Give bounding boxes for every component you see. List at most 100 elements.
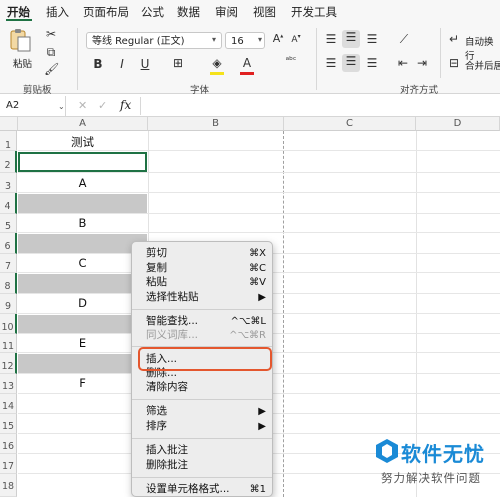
ribbon: 粘贴 ✂ ⧉ 🖌 剪贴板 等线 Regular (正文) ▾ 16 ▾ A▴ A… bbox=[0, 22, 500, 96]
fill-color-icon[interactable]: ◈ bbox=[210, 56, 224, 70]
cell-a7[interactable]: C bbox=[18, 256, 147, 270]
cell-a13[interactable]: F bbox=[18, 376, 147, 390]
menu-item-delete-comment[interactable]: 删除批注 bbox=[146, 459, 270, 472]
menu-item-label: 删除批注 bbox=[146, 459, 188, 471]
copy-icon[interactable]: ⧉ bbox=[44, 45, 58, 60]
grow-font-icon[interactable]: A▴ bbox=[272, 32, 284, 45]
align-bottom-icon[interactable]: ☰ bbox=[364, 32, 380, 46]
font-color-button[interactable]: A bbox=[240, 56, 254, 70]
align-left-icon[interactable]: ☰ bbox=[323, 56, 339, 70]
align-center-icon[interactable]: ☰ bbox=[342, 54, 360, 72]
active-cell-a2[interactable] bbox=[18, 152, 147, 172]
row-header[interactable]: 4 bbox=[0, 193, 17, 214]
cell-a1[interactable]: 测试 bbox=[18, 134, 147, 150]
underline-button[interactable]: U bbox=[139, 57, 151, 71]
menu-item-filter[interactable]: 筛选 ▶ bbox=[146, 405, 270, 418]
align-top-icon[interactable]: ☰ bbox=[323, 32, 339, 46]
menu-item-clear-contents[interactable]: 清除内容 bbox=[146, 381, 270, 394]
align-middle-icon[interactable]: ☰ bbox=[342, 30, 360, 48]
menu-item-label: 同义词库... bbox=[146, 329, 199, 341]
tab-review[interactable]: 审阅 bbox=[215, 4, 238, 20]
row-header[interactable]: 9 bbox=[0, 294, 17, 314]
row-header[interactable]: 13 bbox=[0, 374, 17, 394]
tab-view[interactable]: 视图 bbox=[253, 4, 276, 20]
row-header[interactable]: 7 bbox=[0, 254, 17, 273]
menu-item-label: 智能查找... bbox=[146, 315, 199, 327]
selected-row-cell[interactable] bbox=[18, 234, 147, 253]
row-header[interactable]: 11 bbox=[0, 334, 17, 353]
selected-row-cell[interactable] bbox=[18, 315, 147, 333]
paste-icon[interactable] bbox=[8, 28, 34, 54]
merge-center-icon[interactable]: ⊟ bbox=[447, 56, 461, 70]
menu-item-label: 剪切 bbox=[146, 247, 167, 259]
italic-button[interactable]: I bbox=[116, 57, 128, 71]
shortcut-label: ⌘C bbox=[249, 263, 266, 274]
menu-item-paste-special[interactable]: 选择性粘贴 ▶ bbox=[146, 291, 270, 304]
name-box[interactable]: A2 bbox=[0, 96, 66, 116]
borders-icon[interactable]: ⊞ bbox=[171, 56, 185, 70]
decrease-indent-icon[interactable]: ⇤ bbox=[395, 56, 411, 70]
row-header[interactable]: 5 bbox=[0, 214, 17, 233]
row-header[interactable]: 15 bbox=[0, 414, 17, 434]
row-header[interactable]: 17 bbox=[0, 454, 17, 474]
column-header-b[interactable]: B bbox=[148, 117, 284, 131]
cell-a5[interactable]: B bbox=[18, 216, 147, 230]
tab-page-layout[interactable]: 页面布局 bbox=[83, 4, 129, 20]
menu-item-sort[interactable]: 排序 ▶ bbox=[146, 420, 270, 433]
menu-item-smart-lookup[interactable]: 智能查找... ^⌥⌘L bbox=[146, 315, 270, 328]
select-all-corner[interactable] bbox=[0, 117, 18, 131]
row-header[interactable]: 1 bbox=[0, 131, 17, 151]
increase-indent-icon[interactable]: ⇥ bbox=[414, 56, 430, 70]
row-header[interactable]: 8 bbox=[0, 273, 17, 294]
cut-icon[interactable]: ✂ bbox=[44, 27, 58, 41]
row-header[interactable]: 14 bbox=[0, 394, 17, 414]
submenu-arrow-icon: ▶ bbox=[258, 292, 266, 303]
selected-row-cell[interactable] bbox=[18, 354, 147, 373]
font-family-select[interactable]: 等线 Regular (正文) bbox=[86, 32, 222, 49]
formula-input[interactable] bbox=[143, 97, 500, 115]
insert-function-icon[interactable]: fx bbox=[120, 98, 131, 112]
menu-separator bbox=[132, 477, 272, 478]
row-header[interactable]: 3 bbox=[0, 173, 17, 193]
confirm-icon[interactable]: ✓ bbox=[98, 99, 107, 112]
menu-item-insert-comment[interactable]: 插入批注 bbox=[146, 444, 270, 457]
tab-insert[interactable]: 插入 bbox=[46, 4, 69, 20]
shortcut-label: ^⌥⌘L bbox=[230, 316, 266, 327]
column-header-d[interactable]: D bbox=[416, 117, 500, 131]
cell-a9[interactable]: D bbox=[18, 296, 147, 310]
column-header-a[interactable]: A bbox=[18, 117, 148, 131]
align-right-icon[interactable]: ☰ bbox=[364, 56, 380, 70]
cell-a3[interactable]: A bbox=[18, 176, 147, 190]
orientation-icon[interactable]: ⟋ bbox=[395, 32, 413, 47]
shrink-font-icon[interactable]: A▾ bbox=[290, 33, 302, 45]
ribbon-tabs: 开始 插入 页面布局 公式 数据 审阅 视图 开发工具 bbox=[0, 0, 500, 22]
menu-item-format-cells[interactable]: 设置单元格格式... ⌘1 bbox=[146, 483, 270, 496]
cancel-icon[interactable]: ✕ bbox=[78, 99, 87, 112]
phonetic-icon[interactable]: ᵃᵇᶜ bbox=[283, 56, 299, 66]
tab-home[interactable]: 开始 bbox=[7, 4, 30, 20]
row-header[interactable]: 6 bbox=[0, 233, 17, 254]
cell-a11[interactable]: E bbox=[18, 336, 147, 350]
selected-row-cell[interactable] bbox=[18, 274, 147, 293]
tab-formulas[interactable]: 公式 bbox=[141, 4, 164, 20]
selected-row-cell[interactable] bbox=[18, 194, 147, 213]
chevron-down-icon: ▾ bbox=[258, 35, 263, 44]
merge-center-button[interactable]: 合并后居中 bbox=[465, 58, 500, 72]
format-painter-icon[interactable]: 🖌 bbox=[44, 62, 59, 76]
clipboard-group-label: 剪贴板 bbox=[23, 85, 52, 96]
row-header[interactable]: 18 bbox=[0, 474, 17, 497]
row-header[interactable]: 12 bbox=[0, 353, 17, 374]
row-header[interactable]: 2 bbox=[0, 151, 17, 173]
menu-item-cut[interactable]: 剪切 ⌘X bbox=[146, 247, 270, 260]
wrap-text-icon[interactable]: ↵ bbox=[447, 32, 461, 46]
menu-item-copy[interactable]: 复制 ⌘C bbox=[146, 262, 270, 275]
row-header[interactable]: 16 bbox=[0, 434, 17, 454]
tab-developer[interactable]: 开发工具 bbox=[291, 4, 337, 20]
column-header-c[interactable]: C bbox=[284, 117, 416, 131]
bold-button[interactable]: B bbox=[92, 57, 104, 71]
menu-item-paste[interactable]: 粘贴 ⌘V bbox=[146, 276, 270, 289]
paste-button-label[interactable]: 粘贴 bbox=[13, 56, 32, 70]
tab-data[interactable]: 数据 bbox=[177, 4, 200, 20]
row-header[interactable]: 10 bbox=[0, 314, 17, 334]
shortcut-label: ⌘1 bbox=[249, 484, 266, 495]
